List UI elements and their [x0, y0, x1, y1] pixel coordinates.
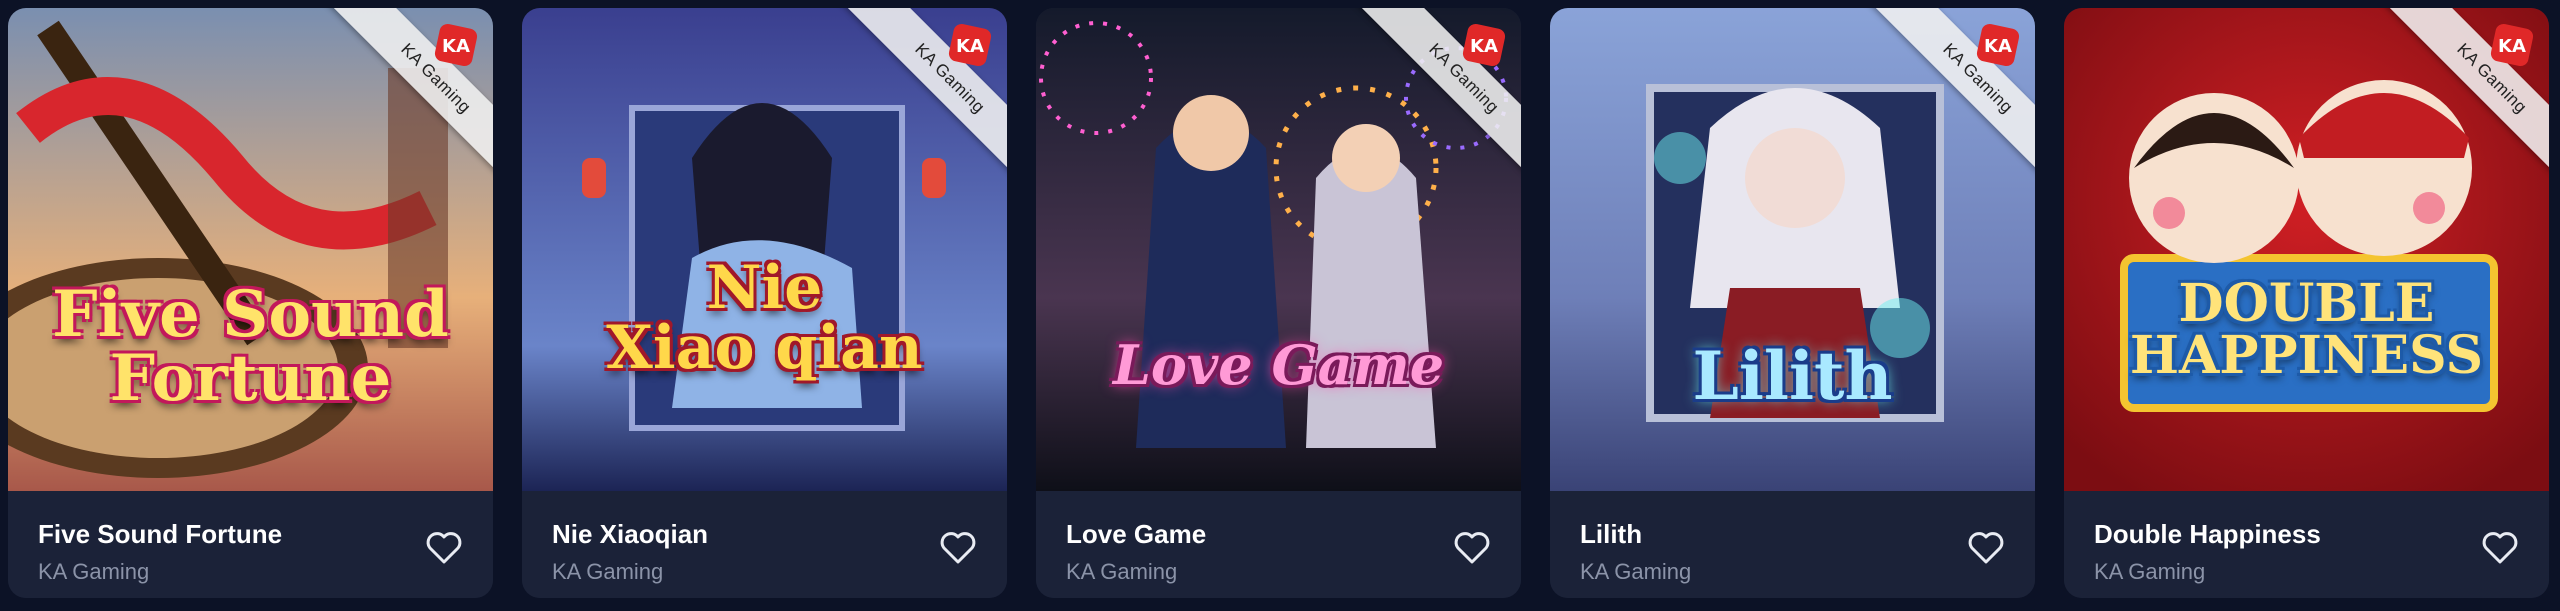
game-info: Five Sound Fortune KA Gaming: [8, 491, 493, 598]
game-info: Love Game KA Gaming: [1036, 491, 1521, 598]
game-provider: KA Gaming: [38, 559, 150, 584]
game-card[interactable]: Nie Xiao qian KA Gaming KA Nie Xiaoqian …: [522, 8, 1007, 598]
game-title[interactable]: Five Sound Fortune: [38, 519, 282, 550]
game-art-title: Five Sound Fortune: [52, 277, 449, 416]
game-art-title: DOUBLE HAPPINESS: [2129, 273, 2484, 386]
heart-outline-icon[interactable]: [1967, 531, 2005, 565]
game-grid: Five Sound Fortune KA Gaming KA Five Sou…: [8, 8, 2549, 598]
ka-dice-logo-icon: KA: [1976, 23, 2020, 67]
game-thumbnail[interactable]: Nie Xiao qian KA Gaming KA: [522, 8, 1007, 491]
game-provider: KA Gaming: [2094, 559, 2206, 584]
game-info: Lilith KA Gaming: [1550, 491, 2035, 598]
ka-dice-logo-icon: KA: [1462, 23, 1506, 67]
svg-text:KA: KA: [442, 36, 470, 57]
heart-outline-icon[interactable]: [1453, 531, 1491, 565]
game-thumbnail[interactable]: DOUBLE HAPPINESS KA Gaming KA: [2064, 8, 2549, 491]
svg-text:KA: KA: [2498, 36, 2526, 57]
game-info: Double Happiness KA Gaming: [2064, 491, 2549, 598]
svg-text:KA: KA: [956, 36, 984, 57]
game-title[interactable]: Lilith: [1580, 519, 1642, 550]
heart-outline-icon[interactable]: [2481, 531, 2519, 565]
game-card[interactable]: Love Game KA Gaming KA Love Game KA Gami…: [1036, 8, 1521, 598]
game-art-title: Nie Xiao qian: [606, 253, 923, 383]
game-thumbnail[interactable]: Lilith KA Gaming KA: [1550, 8, 2035, 491]
game-card[interactable]: Lilith KA Gaming KA Lilith KA Gaming: [1550, 8, 2035, 598]
game-thumbnail[interactable]: Five Sound Fortune KA Gaming KA: [8, 8, 493, 491]
heart-outline-icon[interactable]: [939, 531, 977, 565]
svg-text:KA: KA: [1470, 36, 1498, 57]
game-thumbnail[interactable]: Love Game KA Gaming KA: [1036, 8, 1521, 491]
game-art-title: Love Game: [1112, 333, 1445, 397]
ka-dice-logo-icon: KA: [948, 23, 992, 67]
game-title[interactable]: Double Happiness: [2094, 519, 2321, 550]
game-provider: KA Gaming: [1066, 559, 1178, 584]
game-provider: KA Gaming: [552, 559, 664, 584]
heart-outline-icon[interactable]: [425, 531, 463, 565]
ka-dice-logo-icon: KA: [434, 23, 478, 67]
svg-text:KA: KA: [1984, 36, 2012, 57]
game-provider: KA Gaming: [1580, 559, 1692, 584]
game-card[interactable]: Five Sound Fortune KA Gaming KA Five Sou…: [8, 8, 493, 598]
game-art-title: Lilith: [1692, 337, 1893, 415]
game-card[interactable]: DOUBLE HAPPINESS KA Gaming KA Double Hap…: [2064, 8, 2549, 598]
game-title[interactable]: Nie Xiaoqian: [552, 519, 708, 550]
ka-dice-logo-icon: KA: [2490, 23, 2534, 67]
game-title[interactable]: Love Game: [1066, 519, 1206, 550]
game-info: Nie Xiaoqian KA Gaming: [522, 491, 1007, 598]
